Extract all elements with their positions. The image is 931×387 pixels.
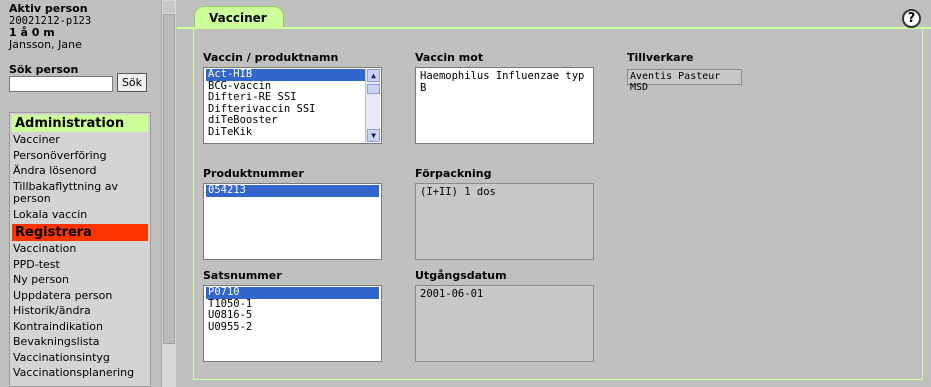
- package-label: Förpackning: [415, 167, 492, 180]
- menu-item-vaccination[interactable]: Vaccination: [10, 241, 150, 257]
- menu-header-administration: Administration: [12, 115, 148, 132]
- expiry-date-label: Utgångsdatum: [415, 269, 507, 282]
- menu-item-ny-person[interactable]: Ny person: [10, 272, 150, 288]
- menu-item-personoverforing[interactable]: Personöverföring: [10, 148, 150, 164]
- menu-item-vaccinationsintyg[interactable]: Vaccinationsintyg: [10, 350, 150, 366]
- list-item[interactable]: Act-HIB: [206, 68, 379, 81]
- list-item[interactable]: U0816-5: [206, 309, 379, 322]
- menu-item-andra-losenord[interactable]: Ändra lösenord: [10, 163, 150, 179]
- person-name: Jansson, Jane: [9, 38, 82, 51]
- vaccine-against-field[interactable]: Haemophilus Influenzae typ B: [415, 67, 594, 144]
- list-item[interactable]: U0955-2: [206, 321, 379, 334]
- vaccine-against-label: Vaccin mot: [415, 51, 484, 64]
- batch-number-listbox[interactable]: P0710 T1050-1 U0816-5 U0955-2: [203, 285, 382, 362]
- search-input[interactable]: [9, 76, 113, 92]
- navigation-menu: Administration Vacciner Personöverföring…: [9, 112, 151, 387]
- menu-item-bevakningslista[interactable]: Bevakningslista: [10, 334, 150, 350]
- main-content: Vacciner ? Vaccin / produktnamn Act-HIB …: [177, 0, 931, 387]
- vaccine-list-scrollbar[interactable]: ▲ ▼: [365, 69, 380, 142]
- scrollbar-thumb[interactable]: [367, 84, 380, 94]
- menu-item-kontraindikation[interactable]: Kontraindikation: [10, 319, 150, 335]
- vaccine-listbox[interactable]: Act-HIB BCG-vaccin Difteri-RE SSI Difter…: [203, 67, 382, 144]
- menu-item-vacciner[interactable]: Vacciner: [10, 132, 150, 148]
- help-icon[interactable]: ?: [902, 9, 921, 28]
- sidebar-scrollbar[interactable]: [161, 0, 176, 387]
- list-item[interactable]: Difteri-RE SSI: [206, 91, 379, 104]
- search-button[interactable]: Sök: [117, 73, 147, 92]
- manufacturer-value: Aventis Pasteur MSD: [627, 69, 742, 93]
- vaccine-panel: Vaccin / produktnamn Act-HIB BCG-vaccin …: [193, 28, 923, 380]
- active-person-heading: Aktiv person: [9, 2, 88, 15]
- menu-header-registrera: Registrera: [12, 224, 148, 241]
- list-item[interactable]: 054213: [206, 184, 379, 197]
- manufacturer-label: Tillverkare: [627, 51, 694, 64]
- scroll-up-button[interactable]: [163, 1, 175, 13]
- menu-item-ppd-test[interactable]: PPD-test: [10, 257, 150, 273]
- chevron-down-icon[interactable]: ▼: [367, 129, 380, 142]
- menu-item-historik-andra[interactable]: Historik/ändra: [10, 303, 150, 319]
- menu-item-uppdatera-person[interactable]: Uppdatera person: [10, 288, 150, 304]
- expiry-date-field: 2001-06-01: [415, 285, 594, 362]
- batch-number-label: Satsnummer: [203, 269, 282, 282]
- product-number-listbox[interactable]: 054213: [203, 183, 382, 260]
- chevron-up-icon[interactable]: ▲: [367, 69, 380, 82]
- menu-item-tillbakaflyttning[interactable]: Tillbakaflyttning av person: [10, 179, 150, 207]
- list-item[interactable]: diTeBooster: [206, 114, 379, 127]
- menu-item-lokala-vaccin[interactable]: Lokala vaccin: [10, 207, 150, 223]
- sidebar: Aktiv person 20021212-p123 1 å 0 m Janss…: [0, 0, 162, 387]
- tab-vacciner[interactable]: Vacciner: [194, 6, 284, 28]
- vaccine-label: Vaccin / produktnamn: [203, 51, 339, 64]
- scrollbar-thumb[interactable]: [163, 14, 175, 344]
- product-number-label: Produktnummer: [203, 167, 304, 180]
- active-person-info: Aktiv person 20021212-p123 1 å 0 m Janss…: [9, 3, 91, 51]
- list-item[interactable]: P0710: [206, 286, 379, 299]
- search-label: Sök person: [9, 63, 79, 76]
- package-field: (I+II) 1 dos: [415, 183, 594, 260]
- menu-item-vaccinationsplanering[interactable]: Vaccinationsplanering: [10, 365, 150, 381]
- list-item[interactable]: DiTeKik: [206, 126, 379, 139]
